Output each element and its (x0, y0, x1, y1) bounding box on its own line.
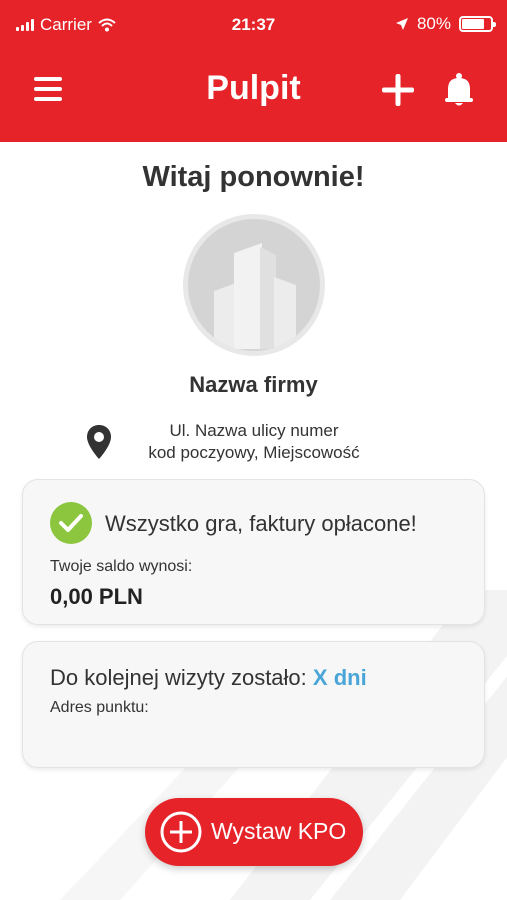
battery-icon (459, 16, 496, 32)
balance-value: 0,00 PLN (50, 584, 143, 609)
company-avatar[interactable] (183, 214, 325, 356)
page-title: Pulpit (206, 69, 301, 107)
status-right: 80% (395, 14, 496, 34)
next-visit-card[interactable]: Do kolejnej wizyty zostało: X dni Adres … (22, 641, 485, 768)
bell-icon[interactable] (443, 72, 475, 108)
point-address-label: Adres punktu: (50, 699, 149, 716)
next-visit-days: X dni (312, 665, 367, 690)
payment-status-card[interactable]: Wszystko gra, faktury opłacone! Twoje sa… (22, 479, 485, 625)
payment-status-message: Wszystko gra, faktury opłacone! (105, 511, 417, 536)
company-address: Ul. Nazwa ulicy numer kod poczyowy, Miej… (84, 420, 414, 470)
balance-label: Twoje saldo wynosi: (50, 558, 193, 575)
address-text: Ul. Nazwa ulicy numer kod poczyowy, Miej… (134, 420, 374, 464)
battery-level (462, 19, 485, 29)
issue-kpo-label: Wystaw KPO (211, 818, 347, 844)
plus-circle-icon (160, 811, 202, 853)
plus-icon[interactable] (381, 73, 415, 107)
building-icon (214, 243, 296, 349)
status-bar: Carrier 21:37 80% (0, 0, 507, 50)
greeting-heading: Witaj ponownie! (142, 161, 365, 193)
address-line-2: kod poczyowy, Miejscowość (148, 443, 360, 462)
address-line-1: Ul. Nazwa ulicy numer (169, 421, 339, 440)
issue-kpo-button[interactable]: Wystaw KPO (145, 798, 363, 866)
nav-bar: Pulpit (0, 50, 507, 142)
location-pin-icon (87, 425, 111, 459)
company-name: Nazwa firmy (189, 372, 318, 397)
check-icon (50, 502, 92, 544)
next-visit-label: Do kolejnej wizyty zostało: (50, 665, 307, 690)
battery-percent: 80% (416, 14, 451, 33)
location-arrow-icon (395, 18, 408, 30)
next-visit-message: Do kolejnej wizyty zostało: X dni (50, 665, 367, 691)
